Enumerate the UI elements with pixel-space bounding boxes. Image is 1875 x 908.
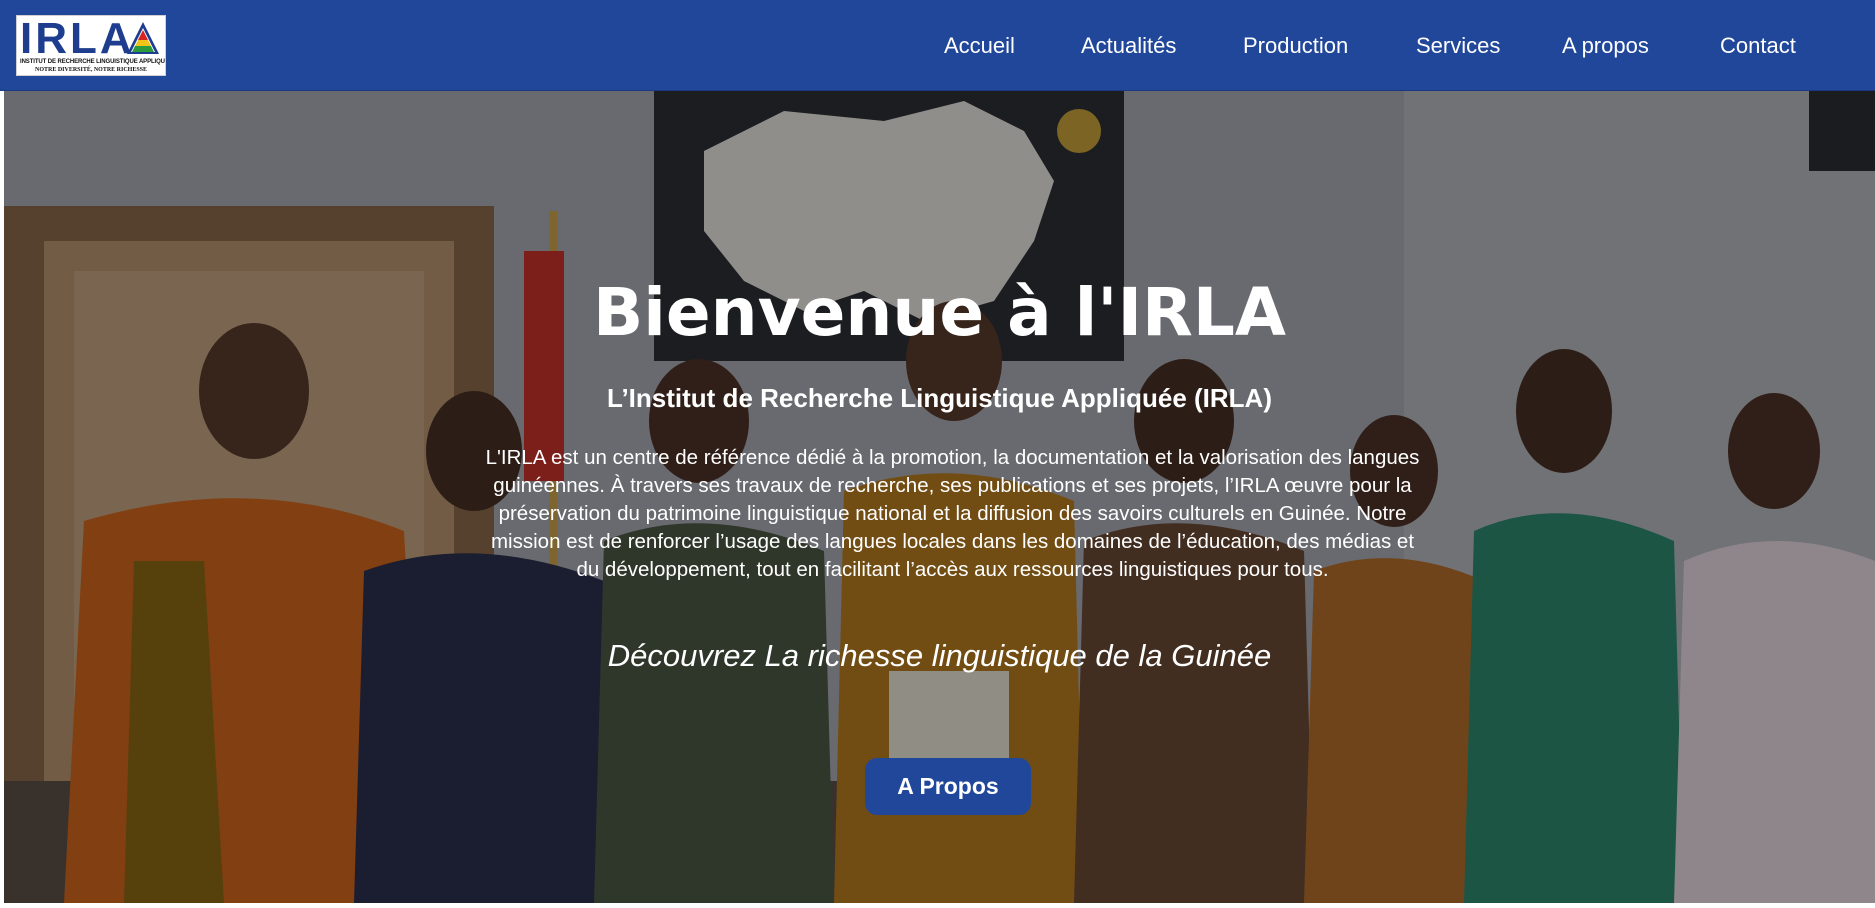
- logo-motto: NOTRE DIVERSITÉ, NOTRE RICHESSE: [34, 67, 148, 73]
- nav-item-a-propos[interactable]: A propos: [1562, 28, 1649, 64]
- site-header: IRLA INSTITUT DE RECHERCHE LINGUISTIQUE …: [0, 0, 1875, 91]
- nav-item-actualites[interactable]: Actualités: [1081, 28, 1176, 64]
- main-navigation: Accueil Actualités Production Services A…: [0, 28, 1875, 64]
- nav-item-production[interactable]: Production: [1243, 28, 1348, 64]
- hero-title: Bienvenue à l'IRLA: [592, 274, 1287, 351]
- hero-description: L'IRLA est un centre de référence dédié …: [485, 446, 1420, 581]
- a-propos-button[interactable]: A Propos: [865, 758, 1031, 815]
- page: IRLA INSTITUT DE RECHERCHE LINGUISTIQUE …: [0, 0, 1875, 908]
- nav-item-contact[interactable]: Contact: [1720, 28, 1796, 64]
- hero-section: Bienvenue à l'IRLA L’Institut de Recherc…: [4, 91, 1875, 903]
- hero-tagline: Découvrez La richesse linguistique de la…: [607, 638, 1272, 673]
- hero-subtitle: L’Institut de Recherche Linguistique App…: [607, 383, 1272, 413]
- nav-item-services[interactable]: Services: [1416, 28, 1500, 64]
- nav-item-accueil[interactable]: Accueil: [944, 28, 1015, 64]
